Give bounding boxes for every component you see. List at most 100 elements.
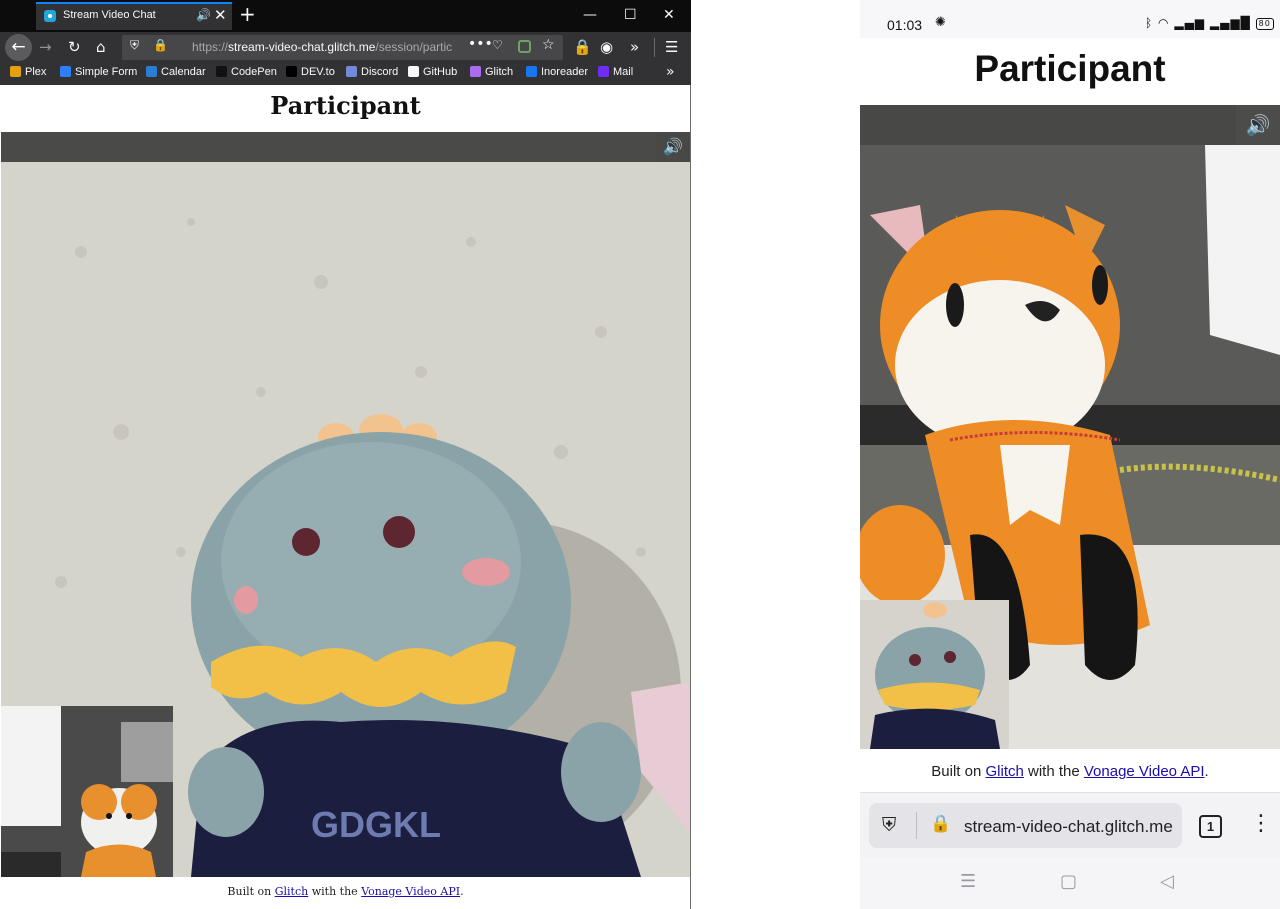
speaker-icon[interactable]: 🔊 — [656, 132, 690, 162]
pocket-icon[interactable]: ♡ — [492, 38, 503, 52]
status-time: 01:03 — [887, 17, 923, 33]
mobile-browser: 01:03 ✺ ᛒ ◠ ▂▄▆ ▂▄▆█ 80 Participant 🔊 Bu… — [860, 0, 1280, 909]
minimize-icon[interactable]: — — [583, 6, 597, 24]
bookmark-favicon-icon — [598, 66, 609, 77]
bookmark-glitch[interactable]: Glitch — [470, 66, 513, 78]
video-frame-fox-plush — [860, 105, 1280, 749]
bookmark-label: CodePen — [231, 66, 277, 78]
bookmark-inoreader[interactable]: Inoreader — [526, 66, 588, 78]
back-triangle-icon[interactable]: ◁ — [1160, 871, 1174, 892]
account-icon[interactable]: ◉ — [600, 36, 613, 58]
back-arrow-icon[interactable]: ← — [5, 34, 32, 61]
url-divider — [916, 812, 917, 839]
signal-icon: ▂▄▆ — [1174, 16, 1206, 30]
page-footer: Built on Glitch with the Vonage Video AP… — [860, 763, 1280, 780]
shield-icon[interactable]: ⛨ — [882, 814, 896, 836]
star-icon[interactable]: ☆ — [542, 37, 555, 53]
bookmark-favicon-icon — [286, 66, 297, 77]
web-page: Participant GDGKL 🔊 Built on Glitch with… — [1, 85, 690, 909]
vertical-dots-menu-icon[interactable]: ⋮ — [1250, 810, 1272, 838]
toolbar-divider — [654, 38, 655, 57]
bluetooth-icon: ᛒ — [1145, 16, 1154, 30]
speaker-icon[interactable]: 🔊 — [196, 8, 211, 22]
bookmark-codepen[interactable]: CodePen — [216, 66, 277, 78]
reload-icon[interactable]: ↻ — [68, 36, 81, 58]
bookmark-favicon-icon — [216, 66, 227, 77]
battery-icon: 80 — [1255, 18, 1274, 30]
page-footer: Built on Glitch with the Vonage Video AP… — [1, 885, 690, 898]
bookmark-label: Glitch — [485, 66, 514, 78]
glitch-link[interactable]: Glitch — [985, 763, 1023, 780]
tab-counter-button[interactable]: 1 — [1199, 815, 1222, 838]
shirt-print: GDGKL — [311, 804, 441, 845]
remote-video-stream[interactable]: 🔊 — [860, 105, 1280, 749]
site-favicon-icon — [44, 10, 56, 22]
footer-text: Built on — [227, 885, 275, 898]
bookmark-favicon-icon — [10, 66, 21, 77]
status-icons: ᛒ ◠ ▂▄▆ ▂▄▆█ 80 — [1145, 16, 1274, 30]
address-bar[interactable]: ⛨ 🔒 stream-video-chat.glitch.me — [869, 803, 1182, 848]
bookmark-calendar[interactable]: Calendar — [146, 66, 206, 78]
bookmark-label: Plex — [25, 66, 47, 78]
bookmark-label: GitHub — [423, 66, 458, 78]
bookmark-favicon-icon — [346, 66, 357, 77]
bookmarks-toolbar: Plex Simple Form Calendar CodePen DEV.to Disc… — [0, 63, 691, 85]
hamburger-menu-icon[interactable]: ☰ — [665, 36, 678, 58]
vonage-video-api-link[interactable]: Vonage Video API — [361, 885, 460, 898]
home-icon[interactable]: ⌂ — [96, 36, 106, 58]
footer-text: with the — [1023, 763, 1084, 780]
url-host: stream-video-chat.glitch.me — [228, 40, 376, 54]
status-bar: 01:03 ✺ ᛒ ◠ ▂▄▆ ▂▄▆█ 80 — [860, 0, 1280, 38]
footer-text: with the — [308, 885, 362, 898]
extension-icon[interactable] — [518, 40, 531, 53]
bookmark-label: DEV.to — [301, 66, 335, 78]
bookmark-simple-form[interactable]: Simple Form — [60, 66, 137, 78]
close-icon[interactable]: ✕ — [214, 6, 227, 24]
self-view-thumbnail — [860, 600, 1009, 749]
home-square-icon[interactable]: ▢ — [1060, 871, 1077, 892]
remote-video-stream[interactable]: GDGKL 🔊 — [1, 132, 690, 877]
url-text[interactable]: stream-video-chat.glitch.me — [964, 817, 1178, 837]
bookmark-favicon-icon — [60, 66, 71, 77]
browser-tab[interactable]: Stream Video Chat 🔊 ✕ — [36, 2, 232, 30]
plus-icon[interactable]: + — [239, 3, 256, 25]
bookmark-mail[interactable]: Mail — [598, 66, 633, 78]
footer-text: Built on — [931, 763, 986, 780]
bookmark-favicon-icon — [526, 66, 537, 77]
bookmark-favicon-icon — [470, 66, 481, 77]
page-title: Participant — [270, 91, 421, 120]
navigation-toolbar: ← → ↻ ⌂ ⛨ 🔒 https://stream-video-chat.gl… — [0, 32, 691, 63]
forward-arrow-icon[interactable]: → — [39, 36, 52, 58]
bookmark-dev-to[interactable]: DEV.to — [286, 66, 335, 78]
address-bar[interactable]: ⛨ 🔒 https://stream-video-chat.glitch.me/… — [122, 35, 563, 60]
bookmark-plex[interactable]: Plex — [10, 66, 46, 78]
wifi-icon: ◠ — [1158, 16, 1170, 30]
vonage-video-api-link[interactable]: Vonage Video API — [1084, 763, 1205, 780]
padlock-extension-icon[interactable]: 🔒 — [573, 36, 592, 58]
tab-strip: Stream Video Chat 🔊 ✕ + — ☐ ✕ — [0, 0, 691, 32]
bookmark-label: Mail — [613, 66, 634, 78]
signal-icon: ▂▄▆█ — [1209, 16, 1251, 30]
glitch-link[interactable]: Glitch — [275, 885, 309, 898]
bookmark-github[interactable]: GitHub — [408, 66, 457, 78]
url-path: /session/partic — [375, 40, 453, 54]
recents-icon[interactable]: ☰ — [960, 871, 976, 892]
shield-icon[interactable]: ⛨ — [130, 38, 139, 53]
bookmark-label: Inoreader — [541, 66, 589, 78]
window-close-icon[interactable]: ✕ — [663, 6, 675, 24]
maximize-icon[interactable]: ☐ — [624, 6, 637, 24]
bookmark-label: Calendar — [161, 66, 206, 78]
lock-icon[interactable]: 🔒 — [153, 38, 168, 52]
double-chevron-icon[interactable]: » — [666, 64, 675, 80]
speaker-icon[interactable]: 🔊 — [1236, 105, 1280, 145]
notification-icon: ✺ — [935, 15, 946, 30]
url-text[interactable]: https://stream-video-chat.glitch.me/sess… — [192, 40, 462, 54]
more-dots-icon[interactable]: ••• — [468, 36, 493, 52]
self-view-thumbnail — [1, 706, 173, 877]
video-frame-dinosaur-plush: GDGKL — [1, 132, 690, 877]
lock-icon[interactable]: 🔒 — [930, 814, 951, 834]
double-chevron-icon[interactable]: » — [630, 36, 639, 58]
bookmark-label: Discord — [361, 66, 399, 78]
system-navigation-bar: ☰ ▢ ◁ — [860, 858, 1280, 909]
bookmark-discord[interactable]: Discord — [346, 66, 398, 78]
